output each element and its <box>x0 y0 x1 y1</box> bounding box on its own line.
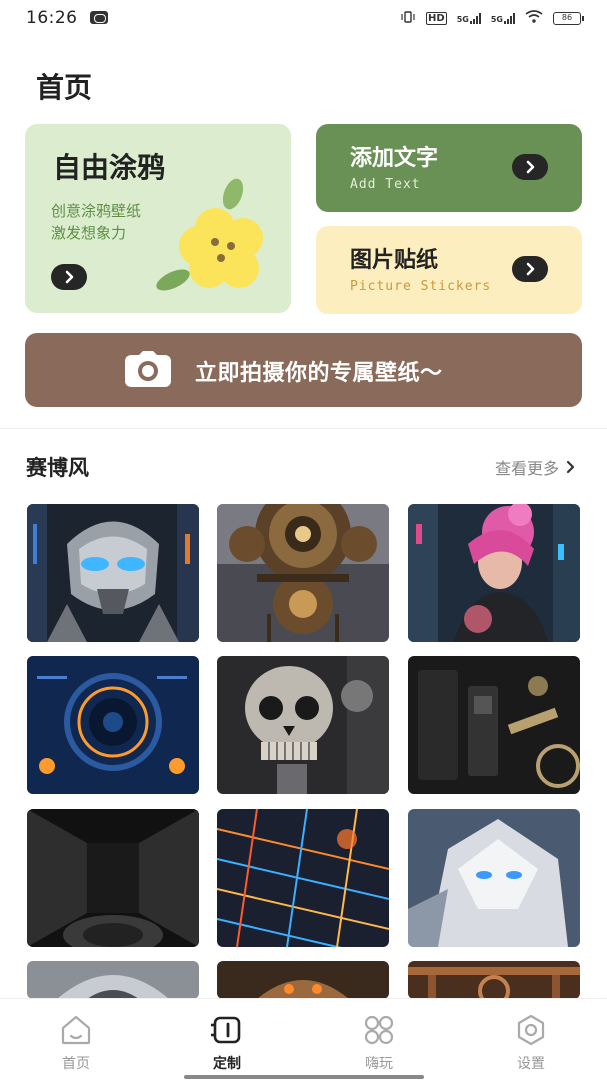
doodle-desc-line1: 创意涂鸦壁纸 <box>51 202 142 220</box>
customize-icon <box>211 1016 241 1044</box>
home-icon <box>61 1015 91 1045</box>
chevron-right-icon <box>526 262 535 276</box>
wallpaper-thumb-3[interactable] <box>408 504 580 642</box>
wallpaper-thumb-2[interactable] <box>217 504 389 642</box>
circuit-ring-image <box>27 656 199 794</box>
stickers-go-button[interactable] <box>512 256 548 282</box>
add-text-go-button[interactable] <box>512 154 548 180</box>
section-divider <box>0 428 607 429</box>
signal-5g-2: 5G <box>491 12 515 24</box>
status-indicators: HD 5G 5G 86 <box>400 10 584 26</box>
skull-image <box>217 656 389 794</box>
chevron-right-icon <box>566 460 575 474</box>
neon-circuit-image <box>217 809 389 947</box>
hd-video-icon <box>90 11 108 24</box>
doodle-desc-line2: 激发想象力 <box>51 224 127 242</box>
doodle-description: 创意涂鸦壁纸 激发想象力 <box>51 200 141 244</box>
stickers-subtitle: Picture Stickers <box>350 279 492 294</box>
nav-item-settings[interactable]: 设置 <box>491 1013 571 1073</box>
nav-item-customize[interactable]: 定制 <box>187 1013 267 1073</box>
nav-label-play: 嗨玩 <box>365 1056 393 1072</box>
see-more-link[interactable]: 查看更多 <box>495 455 577 479</box>
white-mecha-image <box>408 809 580 947</box>
see-more-label: 查看更多 <box>494 459 559 478</box>
nav-label-settings: 设置 <box>517 1056 545 1072</box>
wallpaper-thumb-10[interactable] <box>27 961 199 999</box>
nav-label-home: 首页 <box>62 1056 90 1072</box>
wifi-icon <box>525 10 543 26</box>
copper-pipes-image <box>408 961 580 999</box>
take-photo-label: 立即拍摄你的专属壁纸～ <box>195 361 443 386</box>
picture-stickers-card[interactable]: 图片贴纸 Picture Stickers <box>316 226 582 314</box>
wallpaper-thumb-7[interactable] <box>27 809 199 947</box>
wallpaper-thumb-8[interactable] <box>217 809 389 947</box>
wallpaper-thumb-5[interactable] <box>217 656 389 794</box>
status-time: 16:26 <box>26 8 78 28</box>
page-title: 首页 <box>36 71 93 104</box>
flower-illustration <box>156 178 263 291</box>
cyber-girl-image <box>408 504 580 642</box>
wallpaper-thumb-4[interactable] <box>27 656 199 794</box>
add-text-subtitle: Add Text <box>350 177 421 192</box>
add-text-title: 添加文字 <box>350 146 439 171</box>
wallpaper-thumb-1[interactable] <box>27 504 199 642</box>
chevron-right-icon <box>526 160 535 174</box>
doodle-title: 自由涂鸦 <box>53 151 166 184</box>
status-bar: 16:26 HD 5G 5G 86 <box>0 0 607 38</box>
battery-icon: 86 <box>553 11 584 25</box>
chevron-right-icon <box>65 270 74 284</box>
wallpaper-thumb-11[interactable] <box>217 961 389 999</box>
hd-badge: HD <box>426 11 447 25</box>
add-text-card[interactable]: 添加文字 Add Text <box>316 124 582 212</box>
wallpaper-thumb-12[interactable] <box>408 961 580 999</box>
robot-image <box>27 504 199 642</box>
wallpaper-thumb-9[interactable] <box>408 809 580 947</box>
mechanical-panel-image <box>408 656 580 794</box>
dark-corridor-image <box>27 809 199 947</box>
nav-label-customize: 定制 <box>213 1056 241 1072</box>
home-indicator <box>184 1075 424 1079</box>
doodle-go-button[interactable] <box>51 264 87 290</box>
bottom-nav: 首页 定制 嗨玩 设置 <box>0 998 607 1080</box>
take-photo-button[interactable]: 立即拍摄你的专属壁纸～ <box>25 333 582 407</box>
wallpaper-thumb-6[interactable] <box>408 656 580 794</box>
helmet-image <box>27 961 199 999</box>
settings-icon <box>517 1014 545 1046</box>
nav-item-play[interactable]: 嗨玩 <box>339 1013 419 1073</box>
signal-5g-1: 5G <box>457 12 481 24</box>
free-doodle-card[interactable]: 自由涂鸦 创意涂鸦壁纸 激发想象力 <box>25 124 291 313</box>
gears-image <box>217 504 389 642</box>
nav-item-home[interactable]: 首页 <box>36 1013 116 1073</box>
vibrate-icon <box>400 10 416 26</box>
camera-icon <box>125 351 171 387</box>
copper-robot-image <box>217 961 389 999</box>
section-title: 赛博风 <box>26 456 89 480</box>
stickers-title: 图片贴纸 <box>350 248 439 273</box>
apps-grid-icon <box>364 1015 394 1045</box>
